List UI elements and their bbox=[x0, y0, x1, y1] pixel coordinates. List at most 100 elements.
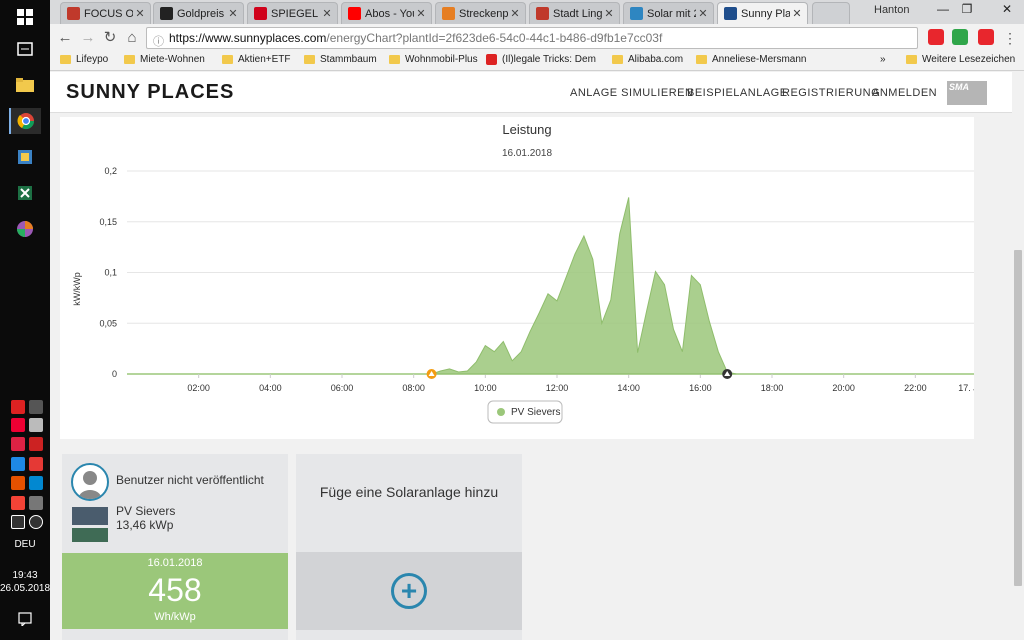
back-icon[interactable]: ← bbox=[55, 28, 75, 48]
more-bookmarks-button[interactable]: » bbox=[880, 54, 886, 65]
other-bookmarks[interactable]: Weitere Lesezeichen bbox=[906, 54, 1015, 65]
clock[interactable]: 19:43 26.05.2018 bbox=[0, 569, 50, 595]
bookmark-link[interactable]: (Il)legale Tricks: Dem bbox=[486, 54, 596, 65]
add-plant-area: + bbox=[296, 552, 522, 630]
chrome-icon[interactable] bbox=[9, 108, 41, 134]
browser-tab[interactable]: Stadt Linge ✕ bbox=[529, 2, 620, 24]
tab-close-icon[interactable]: ✕ bbox=[226, 7, 240, 20]
tab-close-icon[interactable]: ✕ bbox=[320, 7, 334, 20]
nav-example-plant[interactable]: BEISPIELANLAGE bbox=[687, 87, 788, 99]
restore-icon[interactable]: ❐ bbox=[954, 2, 980, 20]
nav-login[interactable]: ANMELDEN bbox=[872, 87, 937, 99]
tab-close-icon[interactable]: ✕ bbox=[696, 7, 710, 20]
tab-close-icon[interactable]: ✕ bbox=[602, 7, 616, 20]
site-logo[interactable]: SUNNY PLACES bbox=[66, 81, 234, 104]
forward-icon[interactable]: → bbox=[78, 28, 98, 48]
browser-tab-active[interactable]: Sunny Plac ✕ bbox=[717, 2, 808, 24]
bookmark-folder[interactable]: Aktien+ETF bbox=[222, 54, 291, 65]
bookmark-folder[interactable]: Miete-Wohnen bbox=[124, 54, 205, 65]
bookmark-label: (Il)legale Tricks: Dem bbox=[502, 54, 596, 65]
tab-favicon bbox=[348, 7, 361, 20]
add-plant-card[interactable]: Füge eine Solaranlage hinzu + bbox=[296, 454, 522, 640]
home-icon[interactable]: ⌂ bbox=[122, 28, 142, 48]
tab-favicon bbox=[160, 7, 173, 20]
notifications-icon[interactable] bbox=[9, 606, 41, 632]
x-tick-label: 10:00 bbox=[474, 383, 497, 393]
tab-close-icon[interactable]: ✕ bbox=[790, 7, 804, 20]
tray-app-icon[interactable] bbox=[29, 457, 43, 471]
windows-start-icon[interactable] bbox=[9, 4, 41, 30]
add-plant-title: Füge eine Solaranlage hinzu bbox=[319, 484, 499, 500]
new-tab-button[interactable] bbox=[812, 2, 850, 24]
tray-app-icon[interactable] bbox=[29, 437, 43, 451]
task-view-icon[interactable] bbox=[9, 36, 41, 62]
browser-tab[interactable]: Solar mit 2( ✕ bbox=[623, 2, 714, 24]
y-axis-label: kW/kWp bbox=[72, 272, 82, 306]
y-tick-label: 0,15 bbox=[99, 217, 117, 227]
language-indicator[interactable]: DEU bbox=[0, 539, 50, 550]
user-name: Benutzer nicht veröffentlicht bbox=[116, 473, 264, 487]
network-icon[interactable] bbox=[11, 515, 25, 529]
nav-simulate[interactable]: ANLAGE SIMULIEREN bbox=[570, 87, 693, 99]
minimize-icon[interactable]: — bbox=[930, 2, 956, 20]
bookmark-folder[interactable]: Wohnmobil-Plus bbox=[389, 54, 478, 65]
tab-close-icon[interactable]: ✕ bbox=[508, 7, 522, 20]
photos-icon[interactable] bbox=[9, 216, 41, 242]
extension-icon[interactable] bbox=[928, 29, 944, 45]
browser-tab[interactable]: FOCUS Onl ✕ bbox=[60, 2, 151, 24]
bookmark-folder[interactable]: Lifeypo bbox=[60, 54, 108, 65]
menu-icon[interactable]: ⋮ bbox=[1000, 28, 1020, 48]
browser-tab[interactable]: Abos - You ✕ bbox=[341, 2, 432, 24]
bookmark-folder[interactable]: Alibaba.com bbox=[612, 54, 683, 65]
tray-app-icon[interactable] bbox=[29, 496, 43, 510]
tab-title: FOCUS Onl bbox=[84, 7, 133, 20]
browser-tab[interactable]: Streckenpla ✕ bbox=[435, 2, 526, 24]
tray-app-icon[interactable] bbox=[11, 457, 25, 471]
plus-icon: + bbox=[400, 575, 418, 606]
y-tick-label: 0,05 bbox=[99, 318, 117, 328]
volume-icon[interactable] bbox=[29, 515, 43, 529]
chart-title: Leistung bbox=[502, 122, 551, 137]
series-area bbox=[431, 197, 737, 375]
extension-icon[interactable] bbox=[978, 29, 994, 45]
tab-close-icon[interactable]: ✕ bbox=[414, 7, 428, 20]
legend-item[interactable]: PV Sievers bbox=[487, 400, 563, 424]
y-tick-label: 0,1 bbox=[104, 268, 117, 278]
excel-icon[interactable] bbox=[9, 180, 41, 206]
address-bar[interactable]: ⓘ https://www.sunnyplaces.com/energyChar… bbox=[146, 27, 918, 49]
bookmark-folder[interactable]: Stammbaum bbox=[304, 54, 377, 65]
tab-title: Abos - You bbox=[365, 7, 414, 20]
nav-registration[interactable]: REGISTRIERUNG bbox=[782, 87, 880, 99]
tab-close-icon[interactable]: ✕ bbox=[133, 7, 147, 20]
window-user[interactable]: Hanton bbox=[874, 4, 909, 16]
page-viewport: SUNNY PLACES ANLAGE SIMULIEREN BEISPIELA… bbox=[50, 72, 1012, 640]
close-window-icon[interactable]: ✕ bbox=[994, 2, 1020, 20]
extension-icon[interactable] bbox=[952, 29, 968, 45]
browser-tab[interactable]: Goldpreis a ✕ bbox=[153, 2, 244, 24]
plant-card[interactable]: Benutzer nicht veröffentlicht PV Sievers… bbox=[62, 454, 288, 640]
tray-pen-icon[interactable] bbox=[29, 400, 43, 414]
tray-app-icon[interactable] bbox=[11, 418, 25, 432]
scrollbar-thumb[interactable] bbox=[1014, 250, 1022, 586]
tray-app-icon[interactable] bbox=[29, 476, 43, 490]
bookmark-folder[interactable]: Anneliese-Mersmann bbox=[696, 54, 807, 65]
clock-date: 26.05.2018 bbox=[0, 583, 51, 594]
notepad-icon[interactable] bbox=[9, 144, 41, 170]
tray-app-icon[interactable] bbox=[11, 476, 25, 490]
tray-app-icon[interactable] bbox=[11, 400, 25, 414]
yield-unit: Wh/kWp bbox=[154, 611, 196, 623]
reload-icon[interactable]: ↻ bbox=[100, 28, 120, 48]
add-plant-button[interactable]: + bbox=[391, 573, 427, 609]
sma-logo[interactable]: SMA bbox=[947, 81, 987, 105]
bookmark-label: Anneliese-Mersmann bbox=[712, 54, 807, 65]
x-tick-label: 08:00 bbox=[402, 383, 425, 393]
folder-icon bbox=[124, 55, 135, 64]
plant-photo bbox=[72, 507, 108, 525]
x-tick-label: 17. Jan bbox=[958, 383, 974, 393]
browser-tab[interactable]: SPIEGEL Ol ✕ bbox=[247, 2, 338, 24]
info-icon[interactable]: ⓘ bbox=[153, 32, 164, 48]
tray-app-icon[interactable] bbox=[11, 437, 25, 451]
tray-app-icon[interactable] bbox=[29, 418, 43, 432]
tray-app-icon[interactable] bbox=[11, 496, 25, 510]
file-explorer-icon[interactable] bbox=[9, 72, 41, 98]
